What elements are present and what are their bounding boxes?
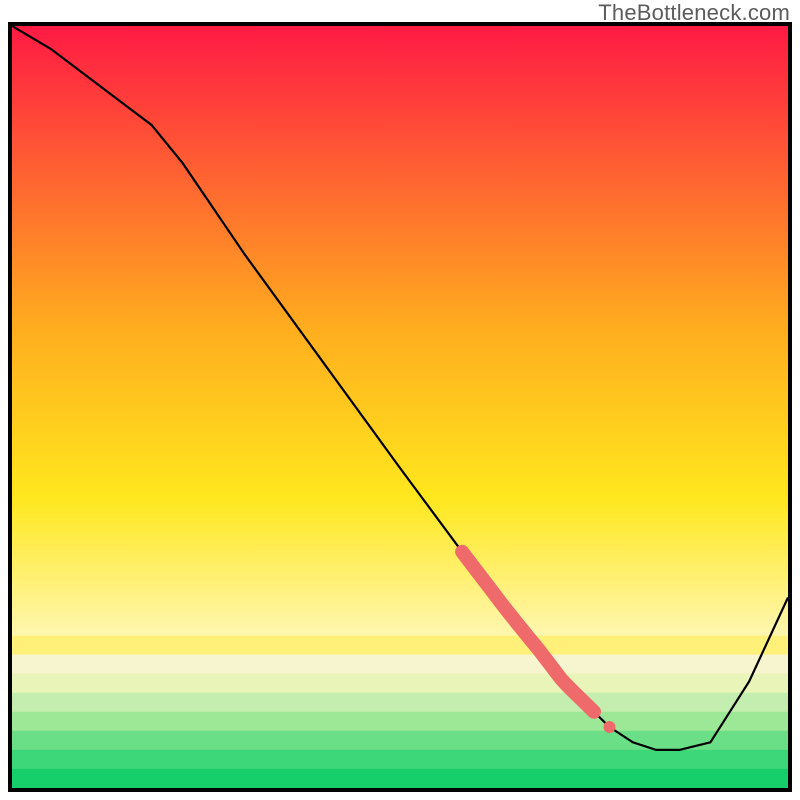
stripe-band <box>12 636 788 788</box>
chart-frame <box>8 22 792 792</box>
bottleneck-chart <box>12 26 788 788</box>
